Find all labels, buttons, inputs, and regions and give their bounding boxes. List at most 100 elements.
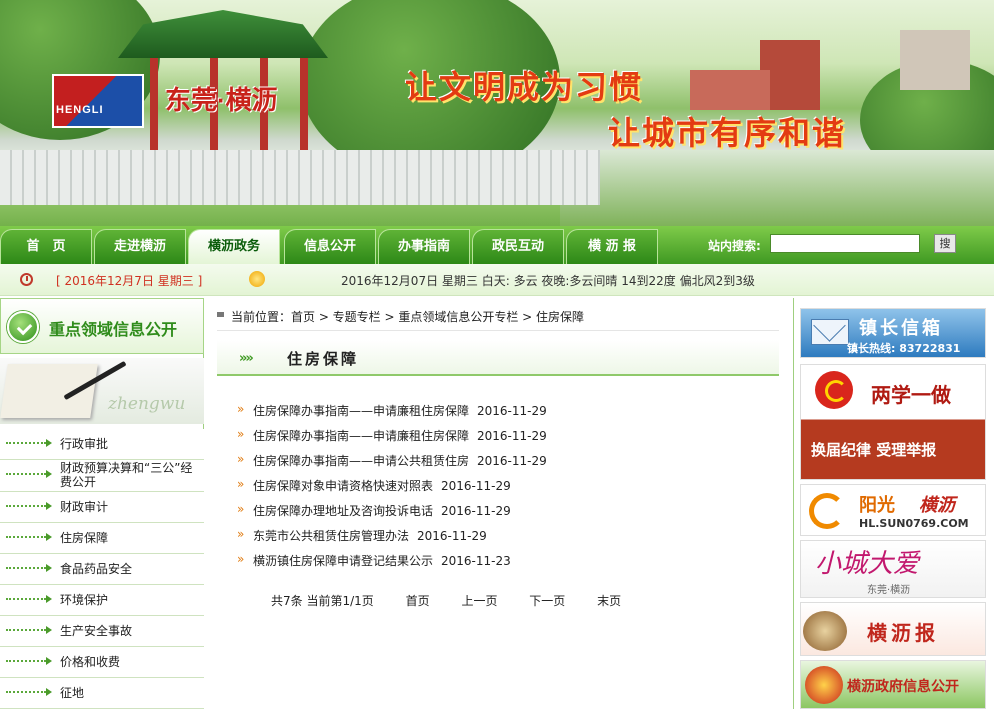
sidebar-item-budget[interactable]: 财政预算决算和“三公”经费公开 [0, 460, 204, 492]
bullet-icon: » [237, 452, 245, 466]
article-date: 2016-11-29 [477, 404, 547, 418]
article-title[interactable]: 住房保障办事指南——申请廉租住房保障 [253, 404, 469, 418]
sidebar-item-prices-fees[interactable]: 价格和收费 [0, 647, 204, 678]
sidebar-item-financial-audit[interactable]: 财政审计 [0, 492, 204, 523]
gov-info-banner[interactable]: 横沥政府信息公开 [800, 660, 986, 709]
search-input[interactable] [770, 234, 920, 253]
tab-home[interactable]: 首 页 [0, 229, 92, 264]
stone-railing [0, 150, 600, 205]
sunshine-logo-icon [809, 493, 845, 529]
national-emblem-icon [805, 666, 843, 704]
breadcrumb[interactable]: 当前位置：首页 > 专题专栏 > 重点领域信息公开专栏 > 住房保障 [231, 308, 584, 325]
main-nav: 首 页 走进横沥 横沥政务 信息公开 办事指南 政民互动 横 沥 报 站内搜索:… [0, 226, 994, 264]
article-item[interactable]: » 住房保障办事指南——申请廉租住房保障 2016-11-29 [237, 427, 547, 452]
left-sidebar: 重点领域信息公开 zhengwu 行政审批 财政预算决算和“三公”经费公开 财政… [0, 298, 204, 709]
sidebar-item-housing-security[interactable]: 住房保障 [0, 523, 204, 554]
sun-icon [249, 271, 265, 287]
sidebar-item-label: 价格和收费 [60, 655, 121, 669]
mayor-mailbox-title: 镇长信箱 [859, 318, 943, 339]
article-title[interactable]: 住房保障对象申请资格快速对照表 [253, 479, 433, 493]
gov-info-title: 横沥政府信息公开 [847, 679, 959, 695]
article-item[interactable]: » 住房保障办事指南——申请公共租赁住房 2016-11-29 [237, 452, 547, 477]
article-list: » 住房保障办事指南——申请廉租住房保障 2016-11-29 » 住房保障办事指南—… [237, 402, 547, 577]
sidebar-item-label: 住房保障 [60, 531, 109, 545]
sidebar-item-land-acquisition[interactable]: 征地 [0, 678, 204, 709]
tab-public-interaction[interactable]: 政民互动 [472, 229, 564, 264]
article-date: 2016-11-23 [441, 554, 511, 568]
checkmark-icon [7, 311, 39, 343]
article-title[interactable]: 住房保障办事指南——申请廉租住房保障 [253, 429, 469, 443]
small-city-title: 小城大爱 [815, 549, 920, 579]
arrow-right-icon [46, 470, 52, 478]
hengli-newspaper-banner[interactable]: 横沥报 [800, 602, 986, 656]
pagination-summary: 共7条 当前第1/1页 [271, 594, 374, 608]
sidebar-item-label: 环境保护 [60, 593, 109, 607]
clock-illustration-icon [803, 611, 847, 651]
pavilion-pillar [150, 58, 158, 158]
sidebar-item-label: 财政审计 [60, 500, 109, 514]
sidebar-item-environment[interactable]: 环境保护 [0, 585, 204, 616]
sidebar-item-administrative-approval[interactable]: 行政审批 [0, 429, 204, 460]
article-title[interactable]: 住房保障办事指南——申请公共租赁住房 [253, 454, 469, 468]
search-button[interactable]: 搜 [934, 234, 956, 253]
arrow-right-icon [46, 595, 52, 603]
sunshine-title-2: 横沥 [919, 495, 955, 516]
two-studies-banner[interactable]: 两学一做 换届纪律 受理举报 [800, 364, 986, 480]
info-bar: [ 2016年12月7日 星期三 ] 2016年12月07日 星期三 白天: 多… [0, 264, 994, 296]
sidebar-title: 重点领域信息公开 [49, 320, 178, 339]
current-date: [ 2016年12月7日 星期三 ] [56, 274, 203, 288]
bullet-icon: » [237, 552, 245, 566]
dots-decoration [6, 598, 46, 600]
first-page-link[interactable]: 首页 [406, 594, 430, 608]
sidebar-header: 重点领域信息公开 [0, 298, 204, 354]
dots-decoration [6, 567, 46, 569]
mayor-mailbox-banner[interactable]: 镇长信箱 镇长热线: 83722831 [800, 308, 986, 358]
small-city-banner[interactable]: 小城大爱 东莞·横沥 [800, 540, 986, 598]
tab-about-hengli[interactable]: 走进横沥 [94, 229, 186, 264]
sunshine-title: 阳光 [859, 495, 895, 516]
divider [217, 330, 779, 331]
article-item[interactable]: » 横沥镇住房保障申请登记结果公示 2016-11-23 [237, 552, 547, 577]
article-item[interactable]: » 东莞市公共租赁住房管理办法 2016-11-29 [237, 527, 547, 552]
article-title[interactable]: 住房保障办理地址及咨询投诉电话 [253, 504, 433, 518]
dots-decoration [6, 505, 46, 507]
tab-information-disclosure[interactable]: 信息公开 [284, 229, 376, 264]
sidebar-item-food-drug-safety[interactable]: 食品药品安全 [0, 554, 204, 585]
main-content: 当前位置：首页 > 专题专栏 > 重点领域信息公开专栏 > 住房保障 »» 住房… [217, 298, 779, 709]
sidebar-item-label: 行政审批 [60, 437, 109, 451]
article-title[interactable]: 东莞市公共租赁住房管理办法 [253, 529, 409, 543]
tab-service-guide[interactable]: 办事指南 [378, 229, 470, 264]
slogan-line-2: 让城市有序和谐 [608, 114, 847, 152]
article-title[interactable]: 横沥镇住房保障申请登记结果公示 [253, 554, 433, 568]
dots-decoration [6, 691, 46, 693]
dots-decoration [6, 629, 46, 631]
bullet-icon: » [237, 502, 245, 516]
bullet-icon: » [237, 402, 245, 416]
bullet-icon: » [237, 477, 245, 491]
clock-icon [20, 273, 33, 286]
arrow-right-icon [46, 626, 52, 634]
arrow-right-icon [46, 657, 52, 665]
next-page-link[interactable]: 下一页 [529, 594, 565, 608]
party-emblem-icon [815, 371, 853, 409]
tab-hengli-newspaper[interactable]: 横 沥 报 [566, 229, 658, 264]
dots-decoration [6, 473, 46, 475]
slogan-line-1: 让文明成为习惯 [405, 68, 644, 106]
hengli-logo[interactable] [52, 74, 144, 128]
arrow-right-icon [46, 502, 52, 510]
last-page-link[interactable]: 末页 [597, 594, 621, 608]
sunshine-hengli-banner[interactable]: 阳光 横沥 HL.SUN0769.COM [800, 484, 986, 536]
article-date: 2016-11-29 [477, 429, 547, 443]
tab-government-affairs[interactable]: 横沥政务 [188, 229, 280, 264]
article-item[interactable]: » 住房保障对象申请资格快速对照表 2016-11-29 [237, 477, 547, 502]
two-studies-title: 两学一做 [871, 383, 951, 407]
article-item[interactable]: » 住房保障办理地址及咨询投诉电话 2016-11-29 [237, 502, 547, 527]
article-item[interactable]: » 住房保障办事指南——申请廉租住房保障 2016-11-29 [237, 402, 547, 427]
dots-decoration [6, 536, 46, 538]
chevron-right-icon: »» [239, 351, 254, 366]
sidebar-item-safety-accidents[interactable]: 生产安全事故 [0, 616, 204, 647]
place-name: 东莞·横沥 [165, 85, 278, 115]
arrow-right-icon [46, 533, 52, 541]
prev-page-link[interactable]: 上一页 [461, 594, 497, 608]
arrow-right-icon [46, 439, 52, 447]
